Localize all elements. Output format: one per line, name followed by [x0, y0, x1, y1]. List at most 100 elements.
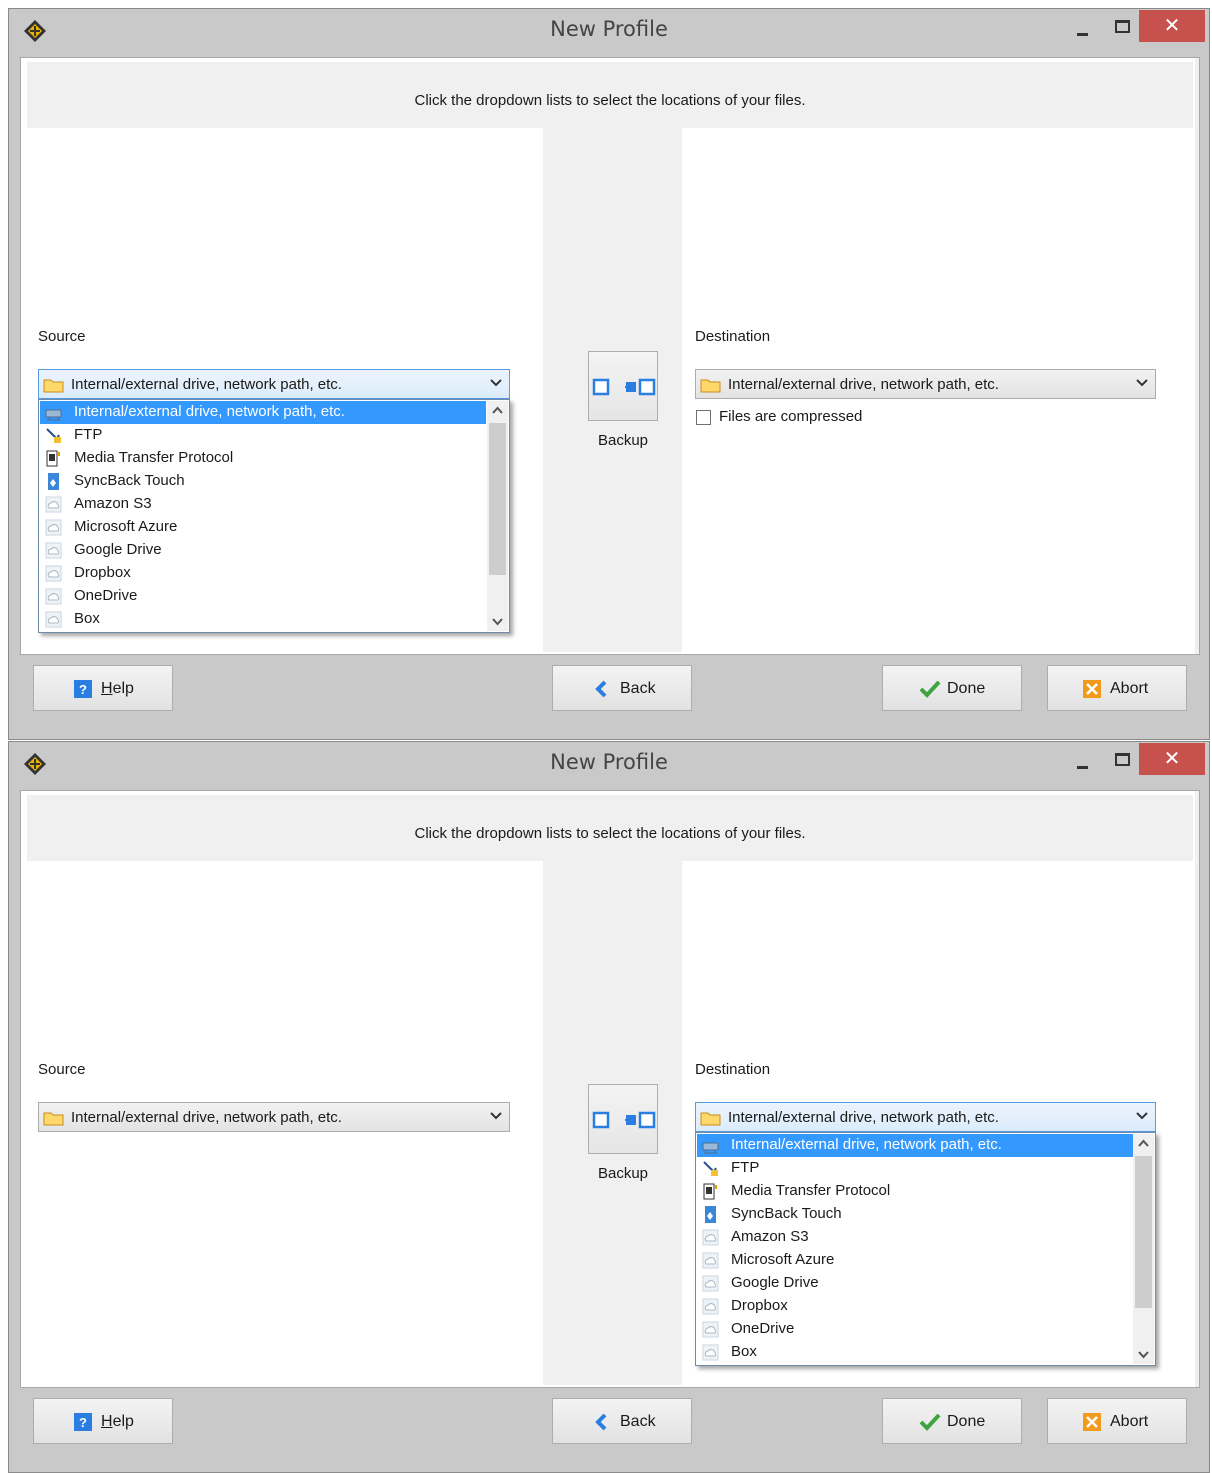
- abort-button[interactable]: Abort: [1047, 1398, 1187, 1444]
- list-item[interactable]: Box: [697, 1341, 1133, 1364]
- cloud-icon: [45, 542, 62, 559]
- done-label: Done: [947, 1413, 986, 1430]
- list-item[interactable]: OneDrive: [697, 1318, 1133, 1341]
- maximize-button[interactable]: [1107, 15, 1135, 41]
- list-item[interactable]: Microsoft Azure: [40, 516, 486, 539]
- list-item-label: SyncBack Touch: [74, 472, 185, 489]
- mode-label: Backup: [597, 1165, 649, 1182]
- help-button[interactable]: ? Help: [33, 1398, 173, 1444]
- dropdown-scrollbar[interactable]: [487, 401, 508, 631]
- minimize-button[interactable]: [1069, 15, 1097, 41]
- list-item[interactable]: FTP: [40, 424, 486, 447]
- cloud-icon: [45, 588, 62, 605]
- svg-text:?: ?: [79, 682, 87, 697]
- wizard-content: Click the dropdown lists to select the l…: [20, 57, 1200, 655]
- list-item[interactable]: Media Transfer Protocol: [697, 1180, 1133, 1203]
- list-item[interactable]: OneDrive: [40, 585, 486, 608]
- mtp-device-icon: [703, 1183, 717, 1200]
- destination-combo[interactable]: Internal/external drive, network path, e…: [695, 369, 1156, 399]
- checkmark-icon: [919, 680, 941, 698]
- cloud-icon: [702, 1229, 719, 1246]
- source-combo[interactable]: Internal/external drive, network path, e…: [38, 369, 510, 399]
- cloud-icon: [702, 1275, 719, 1292]
- network-drive-icon: [45, 409, 62, 421]
- list-item[interactable]: Google Drive: [40, 539, 486, 562]
- destination-dropdown-list[interactable]: Internal/external drive, network path, e…: [695, 1132, 1156, 1366]
- source-combo[interactable]: Internal/external drive, network path, e…: [38, 1102, 510, 1132]
- list-item-label: FTP: [731, 1159, 760, 1176]
- dropdown-scrollbar[interactable]: [1133, 1134, 1154, 1364]
- list-item[interactable]: Media Transfer Protocol: [40, 447, 486, 470]
- svg-text:?: ?: [79, 1415, 87, 1430]
- list-item[interactable]: SyncBack Touch: [697, 1203, 1133, 1226]
- cloud-icon: [702, 1298, 719, 1315]
- back-label: Back: [620, 1413, 656, 1430]
- close-button[interactable]: ✕: [1139, 10, 1205, 42]
- list-item-label: Box: [731, 1343, 757, 1360]
- list-item[interactable]: Dropbox: [40, 562, 486, 585]
- ftp-icon: [46, 428, 61, 443]
- list-item[interactable]: FTP: [697, 1157, 1133, 1180]
- title-bar[interactable]: New Profile ✕: [9, 9, 1209, 53]
- list-item[interactable]: Google Drive: [697, 1272, 1133, 1295]
- help-rest: elp: [112, 680, 134, 697]
- list-item-label: Internal/external drive, network path, e…: [74, 403, 345, 420]
- help-button[interactable]: ? Help: [33, 665, 173, 711]
- destination-label: Destination: [695, 328, 771, 345]
- done-label: Done: [947, 680, 986, 697]
- scrollbar-thumb[interactable]: [1135, 1156, 1152, 1308]
- list-item-label: Google Drive: [74, 541, 162, 558]
- source-label: Source: [38, 328, 86, 345]
- list-item[interactable]: Internal/external drive, network path, e…: [40, 401, 486, 424]
- abort-label: Abort: [1110, 680, 1149, 697]
- list-item-label: Internal/external drive, network path, e…: [731, 1136, 1002, 1153]
- list-item[interactable]: Amazon S3: [40, 493, 486, 516]
- list-item-label: Microsoft Azure: [731, 1251, 835, 1268]
- back-button[interactable]: Back: [552, 1398, 692, 1444]
- scroll-up-arrow-icon[interactable]: [487, 401, 508, 421]
- list-item-label: Dropbox: [74, 564, 131, 581]
- wizard-content: Click the dropdown lists to select the l…: [20, 790, 1200, 1388]
- help-mnemonic: H: [101, 680, 113, 697]
- help-icon: ?: [74, 1413, 92, 1431]
- new-profile-window: New Profile ✕ Click the dropdown lists t…: [8, 741, 1210, 1473]
- list-item[interactable]: SyncBack Touch: [40, 470, 486, 493]
- scroll-up-arrow-icon[interactable]: [1133, 1134, 1154, 1154]
- destination-combo[interactable]: Internal/external drive, network path, e…: [695, 1102, 1156, 1132]
- scrollbar-thumb[interactable]: [489, 423, 506, 575]
- cloud-icon: [45, 496, 62, 513]
- list-item[interactable]: Dropbox: [697, 1295, 1133, 1318]
- destination-combo-value: Internal/external drive, network path, e…: [728, 1109, 999, 1126]
- list-item[interactable]: Internal/external drive, network path, e…: [697, 1134, 1133, 1157]
- list-item-label: Dropbox: [731, 1297, 788, 1314]
- cloud-icon: [702, 1252, 719, 1269]
- window-title: New Profile: [550, 750, 668, 774]
- back-label: Back: [620, 680, 656, 697]
- abort-button[interactable]: Abort: [1047, 665, 1187, 711]
- folder-icon: [700, 379, 721, 393]
- title-bar[interactable]: New Profile ✕: [9, 742, 1209, 786]
- window-title: New Profile: [550, 17, 668, 41]
- minimize-button[interactable]: [1069, 748, 1097, 774]
- done-button[interactable]: Done: [882, 665, 1022, 711]
- scroll-down-arrow-icon[interactable]: [1133, 1344, 1154, 1364]
- list-item-label: OneDrive: [731, 1320, 795, 1337]
- close-button[interactable]: ✕: [1139, 743, 1205, 775]
- back-button[interactable]: Back: [552, 665, 692, 711]
- maximize-button[interactable]: [1107, 748, 1135, 774]
- abort-label: Abort: [1110, 1413, 1149, 1430]
- compressed-label: Files are compressed: [719, 408, 863, 425]
- source-dropdown-list[interactable]: Internal/external drive, network path, e…: [38, 399, 510, 633]
- done-button[interactable]: Done: [882, 1398, 1022, 1444]
- list-item[interactable]: Microsoft Azure: [697, 1249, 1133, 1272]
- checkmark-icon: [919, 1413, 941, 1431]
- list-item[interactable]: Box: [40, 608, 486, 631]
- backup-mode-button[interactable]: [588, 351, 658, 421]
- help-rest: elp: [112, 1413, 134, 1430]
- scroll-down-arrow-icon[interactable]: [487, 611, 508, 631]
- compressed-checkbox[interactable]: [696, 410, 711, 425]
- chevron-down-icon: [1136, 1112, 1148, 1120]
- list-item-label: Google Drive: [731, 1274, 819, 1291]
- list-item[interactable]: Amazon S3: [697, 1226, 1133, 1249]
- backup-mode-button[interactable]: [588, 1084, 658, 1154]
